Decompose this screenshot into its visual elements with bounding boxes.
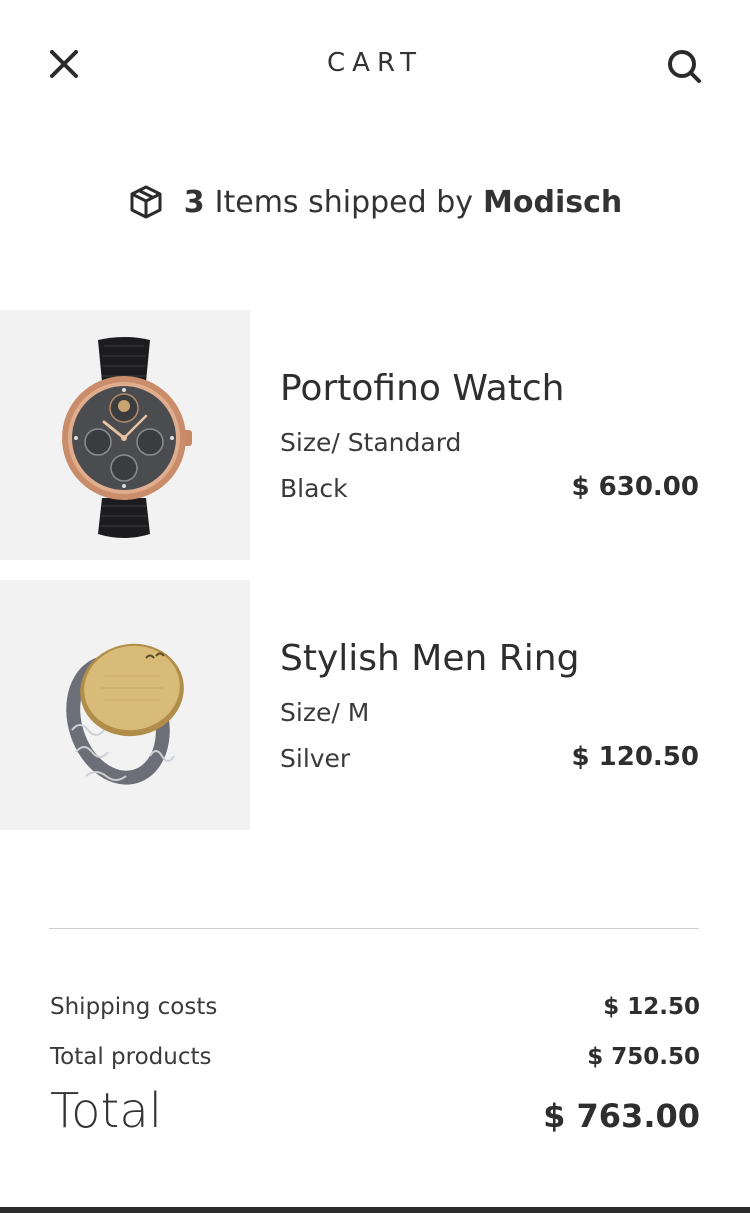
item-name[interactable]: Portofino Watch — [280, 368, 564, 409]
package-icon — [130, 185, 162, 219]
divider — [49, 928, 699, 929]
item-count: 3 — [183, 184, 205, 220]
cart-item[interactable]: Portofino Watch Size/ Standard Black $ 6… — [0, 310, 750, 560]
shipping-info: 3 Items shipped by Modisch — [0, 178, 750, 226]
bottom-bar — [0, 1207, 750, 1213]
item-name[interactable]: Stylish Men Ring — [280, 638, 579, 679]
seller-name[interactable]: Modisch — [483, 185, 622, 220]
item-color: Black — [280, 474, 348, 503]
item-size: Size/ M — [280, 698, 370, 727]
page-title: CART — [327, 48, 423, 78]
cart-item[interactable]: Stylish Men Ring Size/ M Silver $ 120.50 — [0, 580, 750, 830]
shipping-costs-value: $ 12.50 — [603, 994, 700, 1020]
watch-image[interactable] — [0, 310, 250, 560]
total-products-value: $ 750.50 — [587, 1044, 700, 1070]
total-label: Total — [50, 1083, 163, 1139]
item-size: Size/ Standard — [280, 428, 462, 457]
item-price: $ 630.00 — [571, 472, 699, 502]
search-icon — [668, 50, 701, 83]
ring-image[interactable] — [0, 580, 250, 830]
header: CART — [0, 0, 750, 130]
shipping-text: Items shipped by — [214, 184, 473, 220]
item-color: Silver — [280, 744, 351, 773]
total-products-label: Total products — [50, 1044, 212, 1070]
total-value: $ 763.00 — [543, 1097, 700, 1135]
shipping-costs-label: Shipping costs — [50, 994, 218, 1020]
search-button[interactable] — [664, 46, 704, 86]
item-price: $ 120.50 — [571, 742, 699, 772]
